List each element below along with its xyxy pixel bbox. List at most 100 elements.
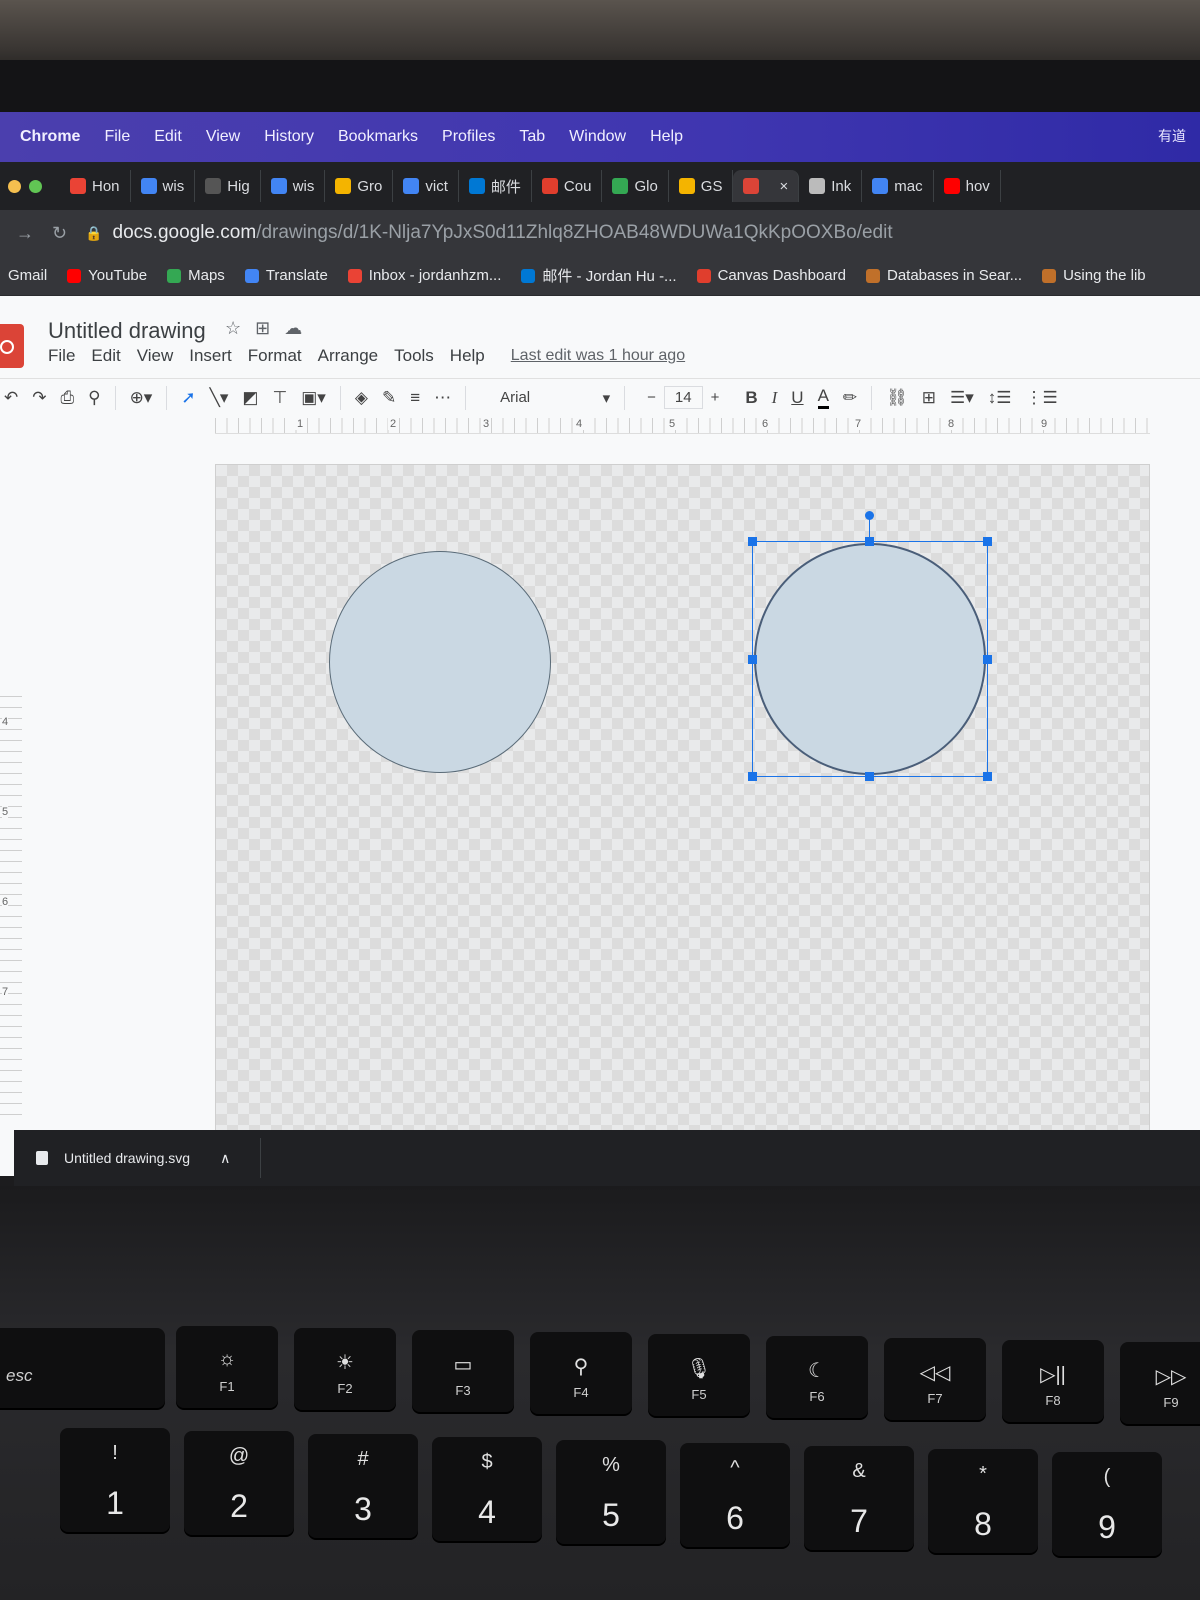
border-weight-icon[interactable]: ≡ bbox=[410, 388, 420, 408]
doc-menu-insert[interactable]: Insert bbox=[189, 346, 232, 366]
cloud-status-icon[interactable]: ☁ bbox=[284, 318, 302, 339]
resize-handle-s[interactable] bbox=[865, 772, 874, 781]
bulleted-list-icon[interactable]: ⋮☰ bbox=[1026, 388, 1058, 408]
menu-bookmarks[interactable]: Bookmarks bbox=[338, 128, 418, 146]
bookmark-item[interactable]: Using the lib bbox=[1042, 267, 1146, 284]
comment-icon[interactable]: ⊞ bbox=[922, 388, 936, 408]
number-key-3[interactable]: #3 bbox=[308, 1434, 418, 1538]
function-key-f6[interactable]: ☾ F6 bbox=[766, 1336, 868, 1418]
chevron-up-icon[interactable]: ∧ bbox=[220, 1150, 230, 1167]
number-key-1[interactable]: ! 1 bbox=[60, 1428, 170, 1532]
menu-edit[interactable]: Edit bbox=[154, 128, 182, 146]
italic-button[interactable]: I bbox=[772, 388, 778, 408]
text-color-button[interactable]: A bbox=[817, 386, 829, 409]
paint-format-icon[interactable]: ⚲ bbox=[88, 388, 100, 408]
resize-handle-ne[interactable] bbox=[983, 537, 992, 546]
bookmark-item[interactable]: Gmail bbox=[8, 267, 47, 284]
drawings-logo-icon[interactable] bbox=[0, 324, 24, 368]
function-key-f1[interactable]: ☼ F1 bbox=[176, 1326, 278, 1408]
doc-menu-tools[interactable]: Tools bbox=[394, 346, 434, 366]
download-item[interactable]: Untitled drawing.svg ∧ bbox=[36, 1138, 262, 1178]
browser-tab[interactable]: Gro bbox=[325, 170, 394, 202]
function-key-f2[interactable]: ☀ F2 bbox=[294, 1328, 396, 1410]
resize-handle-nw[interactable] bbox=[748, 537, 757, 546]
image-icon[interactable]: ▣▾ bbox=[301, 388, 326, 408]
resize-handle-w[interactable] bbox=[748, 655, 757, 664]
border-dash-icon[interactable]: ⋯ bbox=[434, 388, 451, 408]
menu-file[interactable]: File bbox=[104, 128, 130, 146]
browser-tab[interactable]: hov bbox=[934, 170, 1001, 202]
doc-menu-edit[interactable]: Edit bbox=[91, 346, 120, 366]
bold-button[interactable]: B bbox=[745, 388, 757, 408]
document-title[interactable]: Untitled drawing bbox=[48, 318, 206, 344]
function-key-f9[interactable]: ▷▷ F9 bbox=[1120, 1342, 1200, 1424]
menu-history[interactable]: History bbox=[264, 128, 314, 146]
bookmark-item[interactable]: 邮件 - Jordan Hu -... bbox=[521, 265, 677, 286]
function-key-f5[interactable]: 🎙 F5 bbox=[648, 1334, 750, 1416]
close-tab-icon[interactable]: × bbox=[779, 178, 788, 195]
resize-handle-n[interactable] bbox=[865, 537, 874, 546]
menu-view[interactable]: View bbox=[206, 128, 240, 146]
circle-shape[interactable] bbox=[329, 551, 551, 773]
bookmark-item[interactable]: YouTube bbox=[67, 267, 147, 284]
move-to-folder-icon[interactable]: ⊞ bbox=[255, 318, 270, 339]
menu-chrome[interactable]: Chrome bbox=[20, 128, 80, 146]
menu-tab[interactable]: Tab bbox=[519, 128, 545, 146]
forward-icon[interactable]: → bbox=[16, 223, 34, 244]
function-key-f8[interactable]: ▷|| F8 bbox=[1002, 1340, 1104, 1422]
number-key-5[interactable]: % 5 bbox=[556, 1440, 666, 1544]
bookmark-item[interactable]: Inbox - jordanhzm... bbox=[347, 267, 501, 284]
bookmark-item[interactable]: Canvas Dashboard bbox=[696, 267, 846, 284]
star-icon[interactable]: ☆ bbox=[225, 318, 241, 339]
doc-menu-format[interactable]: Format bbox=[248, 346, 302, 366]
font-select[interactable]: Arial ▾ bbox=[500, 389, 610, 407]
underline-button[interactable]: U bbox=[791, 388, 803, 408]
browser-tab[interactable]: wis bbox=[261, 170, 326, 202]
browser-tab[interactable]: vict bbox=[393, 170, 459, 202]
doc-menu-arrange[interactable]: Arrange bbox=[318, 346, 378, 366]
doc-menu-view[interactable]: View bbox=[137, 346, 174, 366]
number-key-9[interactable]: (9 bbox=[1052, 1452, 1162, 1556]
number-key-6[interactable]: ^ 6 bbox=[680, 1443, 790, 1547]
browser-tab[interactable]: 邮件 bbox=[459, 170, 532, 202]
browser-tab[interactable]: wis bbox=[131, 170, 196, 202]
browser-tab[interactable]: Hig bbox=[195, 170, 261, 202]
menu-profiles[interactable]: Profiles bbox=[442, 128, 495, 146]
redo-icon[interactable]: ↷ bbox=[32, 388, 46, 408]
browser-tab[interactable]: Glo bbox=[602, 170, 669, 202]
bookmark-item[interactable]: Translate bbox=[244, 267, 328, 284]
window-minimize-button[interactable] bbox=[8, 179, 21, 193]
browser-tab[interactable]: GS bbox=[669, 170, 734, 202]
url-field[interactable]: 🔒 docs.google.com/drawings/d/1K-Nlja7YpJ… bbox=[85, 222, 893, 244]
function-key-f3[interactable]: ▭ F3 bbox=[412, 1330, 514, 1412]
font-size-input[interactable]: 14 bbox=[663, 386, 703, 409]
menu-window[interactable]: Window bbox=[569, 128, 626, 146]
number-key-4[interactable]: $4 bbox=[432, 1437, 542, 1541]
shape-tool-icon[interactable]: ◩ bbox=[242, 388, 258, 408]
function-key-f4[interactable]: ⚲ F4 bbox=[530, 1332, 632, 1414]
rotation-handle[interactable] bbox=[865, 511, 874, 520]
print-icon[interactable]: ⎙ bbox=[61, 388, 75, 408]
resize-handle-e[interactable] bbox=[983, 655, 992, 664]
align-icon[interactable]: ☰▾ bbox=[950, 388, 974, 408]
browser-tab[interactable]: Ink bbox=[799, 170, 863, 202]
highlight-icon[interactable]: ✏ bbox=[843, 388, 857, 408]
fill-color-icon[interactable]: ◈ bbox=[355, 388, 368, 408]
function-key-f7[interactable]: ◁◁ F7 bbox=[884, 1338, 986, 1420]
select-arrow-icon[interactable]: ➚ bbox=[181, 388, 195, 408]
doc-menu-help[interactable]: Help bbox=[450, 346, 485, 366]
number-key-2[interactable]: @2 bbox=[184, 1431, 294, 1535]
browser-tab[interactable]: mac bbox=[862, 170, 934, 202]
number-key-7[interactable]: & 7 bbox=[804, 1446, 914, 1550]
browser-tab[interactable]: Cou bbox=[532, 170, 603, 202]
reload-icon[interactable]: ↻ bbox=[52, 223, 67, 244]
bookmark-item[interactable]: Maps bbox=[167, 267, 225, 284]
resize-handle-sw[interactable] bbox=[748, 772, 757, 781]
browser-tab[interactable]: Hon bbox=[60, 170, 131, 202]
resize-handle-se[interactable] bbox=[983, 772, 992, 781]
undo-icon[interactable]: ↶ bbox=[4, 388, 18, 408]
esc-key[interactable]: esc bbox=[0, 1328, 165, 1408]
line-spacing-icon[interactable]: ↕☰ bbox=[988, 388, 1012, 408]
text-box-icon[interactable]: ⊤ bbox=[272, 388, 287, 408]
number-key-8[interactable]: * 8 bbox=[928, 1449, 1038, 1553]
